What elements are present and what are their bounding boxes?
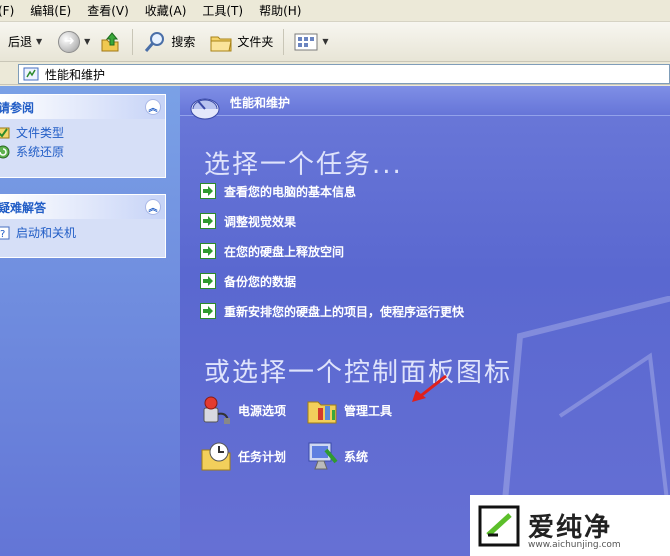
cp-power-options[interactable]: 电源选项 xyxy=(200,394,286,426)
cp-admin-tools[interactable]: 管理工具 xyxy=(306,394,392,426)
chevron-down-icon[interactable]: ▼ xyxy=(36,37,42,46)
pick-icon-heading: 或选择一个控制面板图标 xyxy=(204,358,513,388)
file-types-icon xyxy=(0,127,10,138)
help-icon: ? xyxy=(0,226,10,240)
collapse-chevron-icon[interactable]: ︽ xyxy=(145,99,161,115)
category-title: 性能和维护 xyxy=(230,96,291,110)
see-also-box: 请参阅 ︽ 文件类型 系统还原 xyxy=(0,94,166,178)
task-visual-effects[interactable]: 调整视觉效果 xyxy=(200,212,296,230)
cp-scheduled-tasks-label: 任务计划 xyxy=(238,449,287,464)
watermark-logo-icon xyxy=(478,505,520,546)
task-visual-effects-label: 调整视觉效果 xyxy=(224,214,297,229)
toolbar: 后退 ▼ ➜ ▼ 搜索 文件夹 ▼ xyxy=(0,22,670,62)
watermark-brand: 爱纯净 xyxy=(528,513,613,543)
troubleshoot-startup-shutdown[interactable]: ? 启动和关机 xyxy=(0,223,165,242)
see-also-header[interactable]: 请参阅 ︽ xyxy=(0,95,165,119)
task-free-space[interactable]: 在您的硬盘上释放空间 xyxy=(200,242,344,260)
collapse-chevron-icon[interactable]: ︽ xyxy=(145,199,161,215)
forward-arrow-icon: ➜ xyxy=(58,30,81,53)
task-basic-info[interactable]: 查看您的电脑的基本信息 xyxy=(200,182,356,200)
system-restore-icon xyxy=(0,145,10,158)
troubleshoot-header[interactable]: 疑难解答 ︽ xyxy=(0,195,165,219)
menu-view[interactable]: 查看(V) xyxy=(79,2,137,19)
green-arrow-icon xyxy=(200,303,216,319)
cp-system[interactable]: 系统 xyxy=(306,440,368,472)
task-backup[interactable]: 备份您的数据 xyxy=(200,272,296,290)
watermark-url: www.aichunjing.com xyxy=(528,540,621,550)
pick-task-heading: 选择一个任务... xyxy=(204,150,403,180)
folders-label: 文件夹 xyxy=(237,35,274,49)
admin-tools-icon xyxy=(307,401,337,424)
task-defragment-label: 重新安排您的硬盘上的项目，使程序运行更快 xyxy=(224,304,465,319)
menu-file[interactable]: (F) xyxy=(0,4,22,18)
back-label: 后退 xyxy=(8,35,33,49)
task-backup-label: 备份您的数据 xyxy=(224,274,297,289)
up-folder-icon xyxy=(101,31,119,51)
see-also-system-restore[interactable]: 系统还原 xyxy=(0,142,165,161)
green-arrow-icon xyxy=(200,213,216,229)
address-field[interactable]: 性能和维护 xyxy=(18,64,670,84)
search-button[interactable]: 搜索 xyxy=(139,27,199,57)
chevron-down-icon[interactable]: ▼ xyxy=(84,37,90,46)
task-basic-info-label: 查看您的电脑的基本信息 xyxy=(224,184,357,199)
folder-icon xyxy=(210,36,232,51)
toolbar-separator xyxy=(283,28,285,55)
cp-power-options-label: 电源选项 xyxy=(238,403,287,418)
svg-text:?: ? xyxy=(0,229,5,240)
main-content: 性能和维护 选择一个任务... 查看您的电脑的基本信息 调整视觉效果 在您的硬盘… xyxy=(180,86,670,556)
watermark: 爱纯净 www.aichunjing.com xyxy=(470,495,670,556)
scheduled-tasks-icon xyxy=(201,442,231,471)
search-label: 搜索 xyxy=(171,35,196,49)
power-icon xyxy=(203,396,230,424)
control-panel-icon xyxy=(23,67,39,81)
see-also-file-types[interactable]: 文件类型 xyxy=(0,123,165,142)
up-button[interactable] xyxy=(94,27,126,57)
see-also-file-types-label: 文件类型 xyxy=(16,126,65,140)
menu-tools[interactable]: 工具(T) xyxy=(194,2,251,19)
menu-edit[interactable]: 编辑(E) xyxy=(22,2,79,19)
menu-favorites[interactable]: 收藏(A) xyxy=(137,2,195,19)
troubleshoot-box: 疑难解答 ︽ ? 启动和关机 xyxy=(0,194,166,258)
see-also-system-restore-label: 系统还原 xyxy=(16,145,65,159)
search-icon xyxy=(145,31,165,52)
category-header: 性能和维护 xyxy=(180,86,670,120)
task-defragment[interactable]: 重新安排您的硬盘上的项目，使程序运行更快 xyxy=(200,302,464,320)
menu-help[interactable]: 帮助(H) xyxy=(251,2,309,19)
troubleshoot-title: 疑难解答 xyxy=(0,200,47,215)
menu-bar: (F) 编辑(E) 查看(V) 收藏(A) 工具(T) 帮助(H) xyxy=(0,0,670,22)
green-arrow-icon xyxy=(200,243,216,259)
folders-button[interactable]: 文件夹 xyxy=(205,27,277,57)
task-free-space-label: 在您的硬盘上释放空间 xyxy=(224,244,345,259)
cp-system-label: 系统 xyxy=(344,449,369,464)
address-bar: 性能和维护 xyxy=(0,63,670,85)
green-arrow-icon xyxy=(200,183,216,199)
see-also-title: 请参阅 xyxy=(0,100,35,115)
green-arrow-icon xyxy=(200,273,216,289)
address-path: 性能和维护 xyxy=(45,67,106,82)
back-button[interactable]: 后退 ▼ xyxy=(4,27,46,57)
views-button[interactable]: ▼ xyxy=(290,27,332,57)
left-task-pane: 请参阅 ︽ 文件类型 系统还原 疑难解答 ︽ ? 启动和关机 xyxy=(0,86,180,556)
forward-button[interactable]: ➜ ▼ xyxy=(54,27,94,57)
views-icon xyxy=(294,33,318,50)
performance-gauge-icon xyxy=(190,98,220,120)
cp-scheduled-tasks[interactable]: 任务计划 xyxy=(200,440,286,472)
cp-admin-tools-label: 管理工具 xyxy=(344,403,393,418)
toolbar-separator xyxy=(132,28,134,55)
annotation-arrow-icon xyxy=(412,374,447,402)
chevron-down-icon[interactable]: ▼ xyxy=(322,37,328,46)
troubleshoot-startup-shutdown-label: 启动和关机 xyxy=(16,226,77,240)
system-icon xyxy=(308,442,338,470)
